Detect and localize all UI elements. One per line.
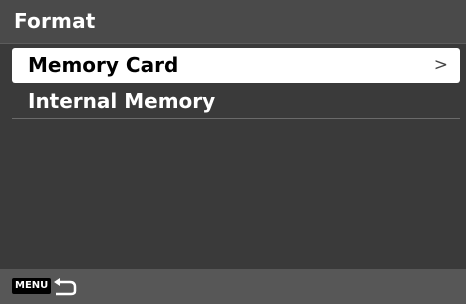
menu-item-label: Memory Card — [28, 53, 179, 77]
menu-item-internal-memory[interactable]: Internal Memory — [12, 84, 460, 119]
menu-item-label: Internal Memory — [28, 89, 216, 113]
menu-button-icon[interactable]: MENU — [12, 278, 52, 294]
title-bar: Format — [0, 0, 466, 44]
format-screen: Format Memory Card > Internal Memory MEN… — [0, 0, 466, 304]
return-arrow-icon[interactable] — [52, 277, 78, 297]
menu-item-memory-card[interactable]: Memory Card > — [12, 48, 460, 83]
page-title: Format — [14, 9, 96, 33]
chevron-right-icon: > — [433, 55, 448, 75]
footer-bar: MENU — [0, 269, 466, 304]
